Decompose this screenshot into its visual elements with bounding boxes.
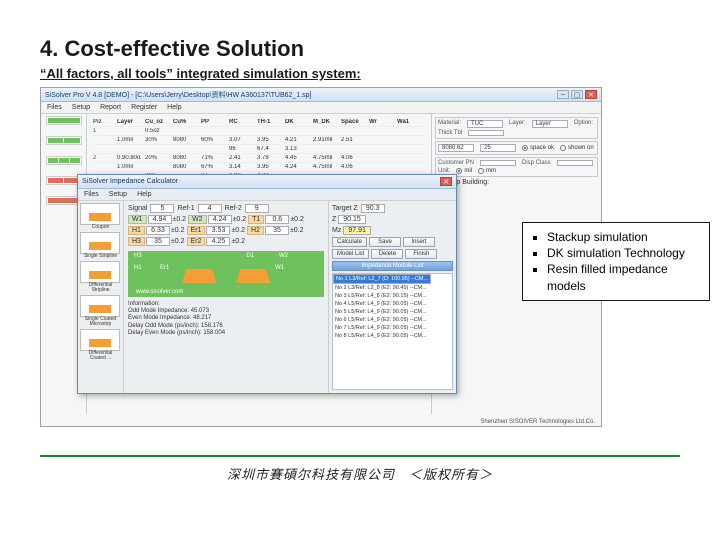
- unit-mil-radio[interactable]: mil: [456, 168, 472, 174]
- space-select[interactable]: 8080.62: [438, 144, 474, 152]
- layer-select[interactable]: Layer: [532, 120, 568, 128]
- space-group: 8080.62 25 space ok shown on: [435, 141, 598, 155]
- calculate-button[interactable]: Calculate: [332, 237, 367, 247]
- t1-field[interactable]: 0.6: [265, 215, 289, 224]
- list-item[interactable]: No 7 L5/Ref: L4_9 (E2: 90.05) --CM...: [333, 324, 452, 332]
- list-item[interactable]: No 2 L3/Ref: L2_8 (E2: 90.45) --CM...: [333, 284, 452, 292]
- insert-button[interactable]: Insert: [403, 237, 435, 247]
- list-item[interactable]: No 1 L3/Ref: L2_7 (D: 100.95) --CM...: [333, 274, 431, 284]
- thick-select[interactable]: [468, 130, 504, 136]
- impedance-module-list[interactable]: No 1 L3/Ref: L2_7 (D: 100.95) --CM... No…: [332, 273, 453, 390]
- options-group: Customer PN Disp Class Unit: mil mm: [435, 157, 598, 177]
- signal-field[interactable]: 5: [150, 204, 174, 213]
- cross-section-diagram: H3 H1 Er1 D1 W2 W1 www.sisolver.com: [128, 251, 324, 297]
- calc-menu-help[interactable]: Help: [137, 191, 151, 198]
- ref1-field[interactable]: 4: [198, 204, 222, 213]
- calc-main: Signal 5 Ref-1 4 Ref-2 9 W14.94±0.2 W24.…: [124, 201, 328, 393]
- calc-menu-files[interactable]: Files: [84, 191, 99, 198]
- menu-setup[interactable]: Setup: [72, 104, 90, 111]
- main-window-title: SiSolver Pro V 4.8 [DEMO] - [C:\Users\Je…: [45, 90, 311, 100]
- calc-window: SiSolver Impedance Calculator ✕ Files Se…: [77, 174, 457, 394]
- menu-report[interactable]: Report: [100, 104, 121, 111]
- h3-field[interactable]: 35: [146, 237, 170, 246]
- material-select[interactable]: TUC: [467, 120, 503, 128]
- mz-value: 97.91: [343, 226, 371, 235]
- calc-menu-setup[interactable]: Setup: [109, 191, 127, 198]
- calc-menubar[interactable]: Files Setup Help: [78, 189, 456, 201]
- maximize-icon[interactable]: ▢: [571, 90, 583, 99]
- save-button[interactable]: Save: [369, 237, 401, 247]
- customer-input[interactable]: [480, 160, 516, 166]
- modellist-button[interactable]: Model List: [332, 249, 369, 259]
- calc-close-icon[interactable]: ✕: [440, 177, 452, 186]
- shown-on-radio[interactable]: shown on: [560, 144, 594, 152]
- target-z-field[interactable]: 90.3: [361, 204, 385, 213]
- w2-field[interactable]: 4.24: [208, 215, 232, 224]
- list-item[interactable]: No 5 L5/Ref: L4_9 (E2: 90.05) --CM...: [333, 308, 452, 316]
- calc-window-title: SiSolver Impedance Calculator: [82, 178, 178, 185]
- slide-title: 4. Cost-effective Solution: [40, 36, 680, 62]
- results-text: Information: Odd Mode Impedance: 45.073 …: [128, 301, 324, 337]
- calc-right-panel: Target Z 90.3 Z90.15 Mz97.91 Calculate S…: [328, 201, 456, 393]
- slide-subtitle: “All factors, all tools” integrated simu…: [40, 66, 680, 81]
- menu-help[interactable]: Help: [167, 104, 181, 111]
- minimize-icon[interactable]: –: [557, 90, 569, 99]
- feature-item: DK simulation Technology: [547, 245, 701, 261]
- disp-select[interactable]: [557, 160, 593, 166]
- list-item[interactable]: No 8 L5/Ref: L4_9 (E2: 90.05) --CM...: [333, 332, 452, 340]
- finish-button[interactable]: Finish: [405, 249, 437, 259]
- material-group: Material: TUC Layer: Layer Option: Thick…: [435, 117, 598, 139]
- menu-files[interactable]: Files: [47, 104, 62, 111]
- green-rule: [40, 455, 680, 457]
- ref2-field[interactable]: 9: [245, 204, 269, 213]
- website-label: www.sisolver.com: [136, 289, 183, 295]
- list-item[interactable]: No 4 L5/Ref: L4_9 (E2: 90.05) --CM...: [333, 300, 452, 308]
- delete-button[interactable]: Delete: [371, 249, 403, 259]
- er1-field[interactable]: 3.53: [206, 226, 230, 235]
- h2-field[interactable]: 35: [265, 226, 289, 235]
- param-grid: W14.94±0.2 W24.24±0.2 T10.6±0.2 H16.33±0…: [128, 215, 324, 246]
- iml-header: Impedance Module List: [332, 261, 453, 271]
- statusbar-company: Shenzhen SISOIVER Technologies Ltd.Co.: [480, 419, 595, 425]
- h1-field[interactable]: 6.33: [146, 226, 170, 235]
- feature-callout: Stackup simulation DK simulation Technol…: [522, 222, 710, 301]
- unit-mm-radio[interactable]: mm: [478, 168, 496, 174]
- calc-titlebar[interactable]: SiSolver Impedance Calculator ✕: [78, 175, 456, 189]
- count-select[interactable]: 25: [480, 144, 516, 152]
- menu-register[interactable]: Register: [131, 104, 157, 111]
- close-icon[interactable]: ✕: [585, 90, 597, 99]
- main-menubar[interactable]: Files Setup Report Register Help: [41, 102, 601, 114]
- space-ok-radio[interactable]: space ok: [522, 144, 554, 152]
- main-titlebar[interactable]: SiSolver Pro V 4.8 [DEMO] - [C:\Users\Je…: [41, 88, 601, 102]
- list-item[interactable]: No 6 L5/Ref: L4_9 (E2: 90.05) --CM...: [333, 316, 452, 324]
- feature-item: Stackup simulation: [547, 229, 701, 245]
- coupon-list[interactable]: Coupon Single Stripline Differential Str…: [78, 201, 124, 393]
- w1-field[interactable]: 4.94: [148, 215, 172, 224]
- list-item[interactable]: No 3 L5/Ref: L4_8 (E2: 90.15) --CM...: [333, 292, 452, 300]
- stackup-building-label: Stackup Building:: [435, 179, 598, 186]
- z-value: 90.15: [338, 215, 366, 224]
- er2-field[interactable]: 4.25: [206, 237, 230, 246]
- slide-footer: 深圳市賽碩尔科技有限公司 ＜版权所有＞: [0, 464, 720, 483]
- main-window: SiSolver Pro V 4.8 [DEMO] - [C:\Users\Je…: [40, 87, 602, 427]
- feature-item: Resin filled impedance models: [547, 261, 701, 293]
